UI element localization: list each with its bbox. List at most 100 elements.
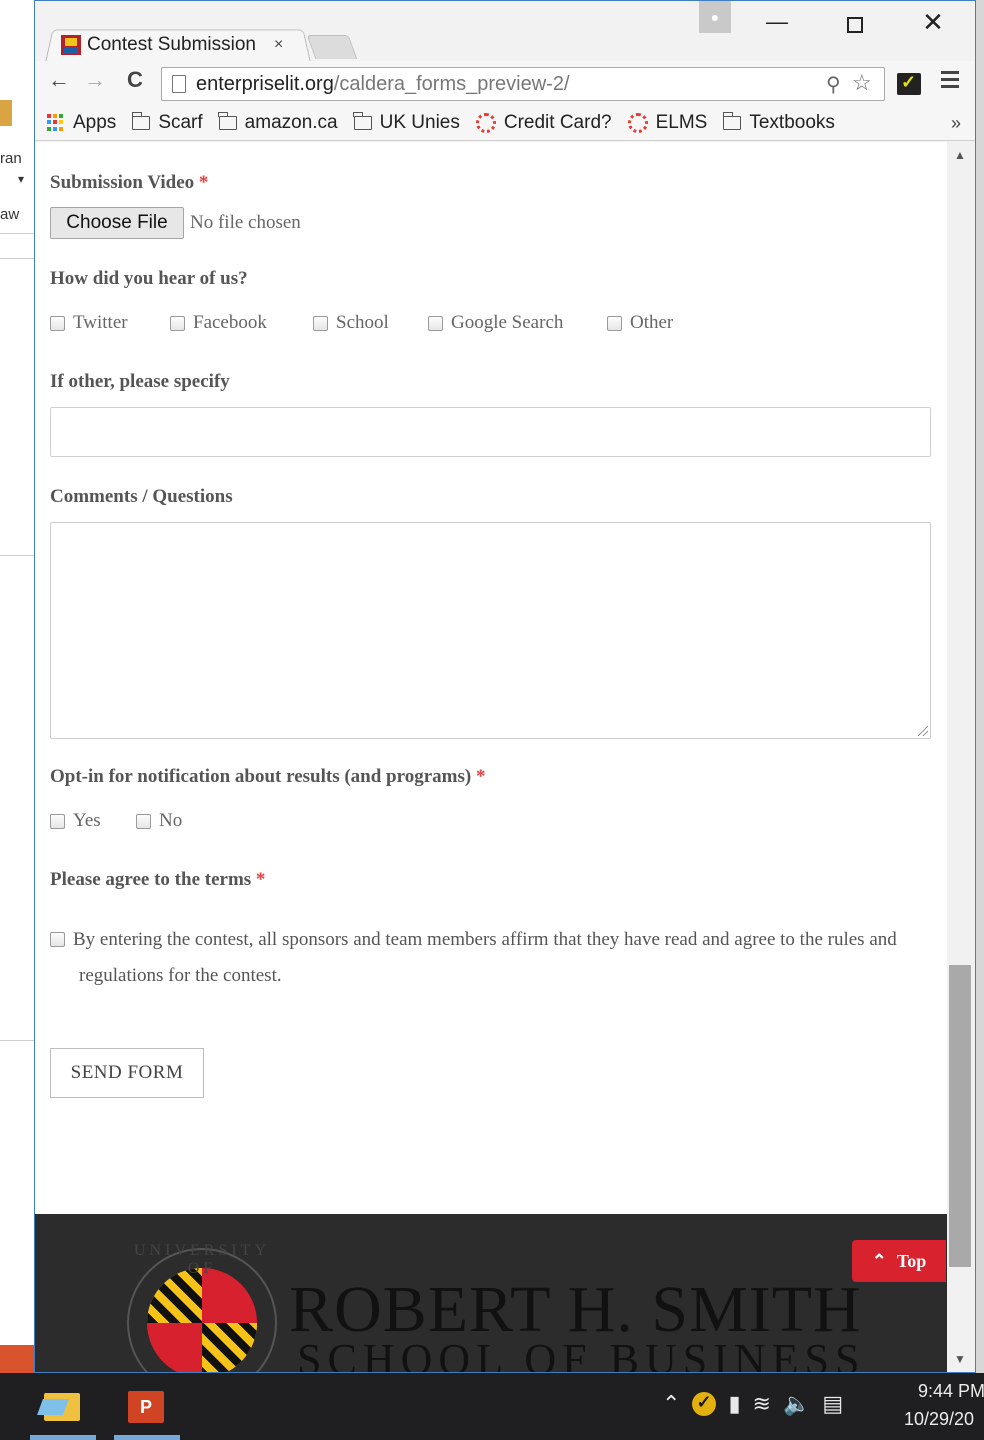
bookmark-label: Textbooks (749, 111, 835, 133)
comments-textarea[interactable] (50, 522, 931, 739)
terms-label: Please agree to the terms * (50, 869, 266, 890)
battery-icon[interactable]: ▮ (728, 1391, 740, 1417)
bookmarks-overflow-icon[interactable]: » (951, 113, 961, 134)
action-center-icon[interactable]: ▤ (822, 1391, 843, 1417)
page-icon (172, 75, 186, 93)
other-specify-label: If other, please specify (50, 371, 230, 392)
background-window-accent (0, 100, 12, 126)
bookmark-label: UK Unies (379, 111, 460, 133)
other-specify-input[interactable] (50, 407, 931, 457)
windows-taskbar: P ⌃ ▮ ≋ 🔈 ▤ 9:44 PM 10/29/20 (0, 1373, 984, 1440)
scroll-up-arrow-icon[interactable]: ▲ (954, 148, 966, 162)
option-facebook[interactable]: Facebook (170, 312, 267, 334)
bookmarks-bar: Apps Scarf amazon.ca UK Unies Credit Car… (35, 105, 975, 141)
bookmark-elms[interactable]: ELMS (627, 111, 708, 134)
checkbox[interactable] (313, 315, 328, 331)
folder-icon (131, 111, 151, 130)
wifi-icon[interactable]: ≋ (753, 1391, 771, 1417)
maryland-flag-emblem (147, 1268, 257, 1372)
scrollbar-thumb[interactable] (949, 965, 971, 1267)
site-footer: UNIVERSITY OF ROBERT H. SMITH SCHOOL OF … (35, 1214, 947, 1373)
background-text: ran (0, 150, 22, 167)
tab-close-icon[interactable]: × (274, 36, 283, 54)
choose-file-button[interactable]: Choose File (50, 207, 184, 239)
back-to-top-button[interactable]: ⌃ Top (852, 1240, 946, 1282)
checkbox[interactable] (428, 315, 443, 331)
taskbar-active-indicator (114, 1435, 180, 1440)
page-scrollbar[interactable]: ▲ ▼ (947, 142, 975, 1372)
close-window-button[interactable]: ✕ (913, 7, 953, 39)
browser-window: Contest Submission × ● — ✕ ← → C enterpr… (34, 0, 976, 1373)
checkbox[interactable] (50, 315, 65, 331)
extension-check-icon[interactable] (897, 72, 921, 95)
comments-label: Comments / Questions (50, 486, 233, 507)
required-marker: * (475, 766, 486, 787)
seal-text: UNIVERSITY OF (134, 1242, 270, 1277)
submission-video-label: Submission Video * (50, 172, 209, 193)
back-arrow-icon[interactable]: ← (45, 67, 73, 93)
tab-title: Contest Submission (87, 34, 256, 55)
background-window: ran ▾ aw (0, 0, 36, 1372)
divider (0, 258, 36, 259)
terms-agreement[interactable]: By entering the contest, all sponsors an… (50, 922, 931, 994)
option-twitter[interactable]: Twitter (50, 312, 128, 334)
scroll-down-arrow-icon[interactable]: ▼ (954, 1352, 966, 1366)
ring-icon (475, 112, 496, 133)
menu-hamburger-icon[interactable] (941, 71, 959, 92)
folder-icon (353, 111, 372, 130)
bookmark-label: Apps (73, 111, 117, 133)
bookmark-scarf[interactable]: Scarf (131, 111, 203, 134)
ring-icon (627, 112, 648, 133)
forward-arrow-icon[interactable]: → (81, 67, 109, 93)
profile-icon[interactable]: ● (699, 1, 731, 33)
required-marker: * (198, 172, 209, 193)
option-school[interactable]: School (313, 312, 389, 334)
maximize-button[interactable] (835, 9, 875, 41)
option-yes[interactable]: Yes (50, 810, 101, 832)
taskbar-active-indicator (30, 1435, 96, 1440)
checkbox[interactable] (136, 813, 151, 829)
zoom-out-icon[interactable]: ⚲ (826, 72, 841, 97)
bookmark-uk-unies[interactable]: UK Unies (353, 111, 460, 134)
checkbox[interactable] (170, 315, 185, 331)
bookmark-label: ELMS (655, 111, 708, 133)
powerpoint-icon[interactable]: P (128, 1391, 164, 1423)
volume-muted-icon[interactable]: 🔈 (783, 1391, 810, 1417)
option-google-search[interactable]: Google Search (428, 312, 563, 334)
clock-time[interactable]: 9:44 PM (918, 1381, 984, 1402)
bookmark-star-icon[interactable]: ☆ (852, 70, 872, 96)
clock-date[interactable]: 10/29/20 (904, 1409, 974, 1430)
checkbox[interactable] (607, 315, 622, 331)
opt-in-label: Opt-in for notification about results (a… (50, 766, 486, 787)
reload-icon[interactable]: C (121, 67, 149, 93)
bookmark-amazon[interactable]: amazon.ca (218, 111, 338, 134)
chevron-up-icon: ⌃ (871, 1250, 887, 1271)
file-explorer-icon[interactable] (44, 1393, 80, 1421)
option-other[interactable]: Other (607, 312, 673, 334)
security-check-icon[interactable] (692, 1392, 717, 1416)
required-marker: * (255, 869, 266, 890)
divider (0, 233, 36, 234)
tab-content[interactable]: Contest Submission × (61, 33, 283, 57)
bookmark-apps[interactable]: Apps (47, 112, 116, 134)
bookmark-label: Credit Card? (503, 111, 612, 133)
terms-checkbox[interactable] (50, 932, 65, 947)
show-hidden-icons-chevron-icon[interactable]: ⌃ (662, 1391, 680, 1417)
bookmark-credit-card[interactable]: Credit Card? (475, 111, 612, 134)
system-tray: ⌃ ▮ ≋ 🔈 ▤ (662, 1391, 843, 1417)
new-tab-button[interactable] (306, 35, 358, 59)
folder-icon (218, 111, 237, 130)
option-no[interactable]: No (136, 810, 182, 832)
checkbox[interactable] (50, 813, 65, 829)
url-text[interactable]: enterpriselit.org/caldera_forms_preview-… (196, 73, 570, 96)
hear-about-label: How did you hear of us? (50, 268, 248, 289)
minimize-button[interactable]: — (757, 9, 797, 41)
folder-icon (722, 111, 742, 130)
bookmark-textbooks[interactable]: Textbooks (722, 111, 835, 134)
title-bar: Contest Submission × ● — ✕ (35, 1, 975, 62)
address-bar[interactable]: enterpriselit.org/caldera_forms_preview-… (161, 67, 885, 101)
brand-subtitle: SCHOOL OF BUSINESS (297, 1335, 866, 1373)
resize-handle-icon[interactable] (918, 726, 928, 736)
terms-text: By entering the contest, all sponsors an… (73, 929, 897, 986)
send-form-button[interactable]: SEND FORM (50, 1048, 204, 1098)
